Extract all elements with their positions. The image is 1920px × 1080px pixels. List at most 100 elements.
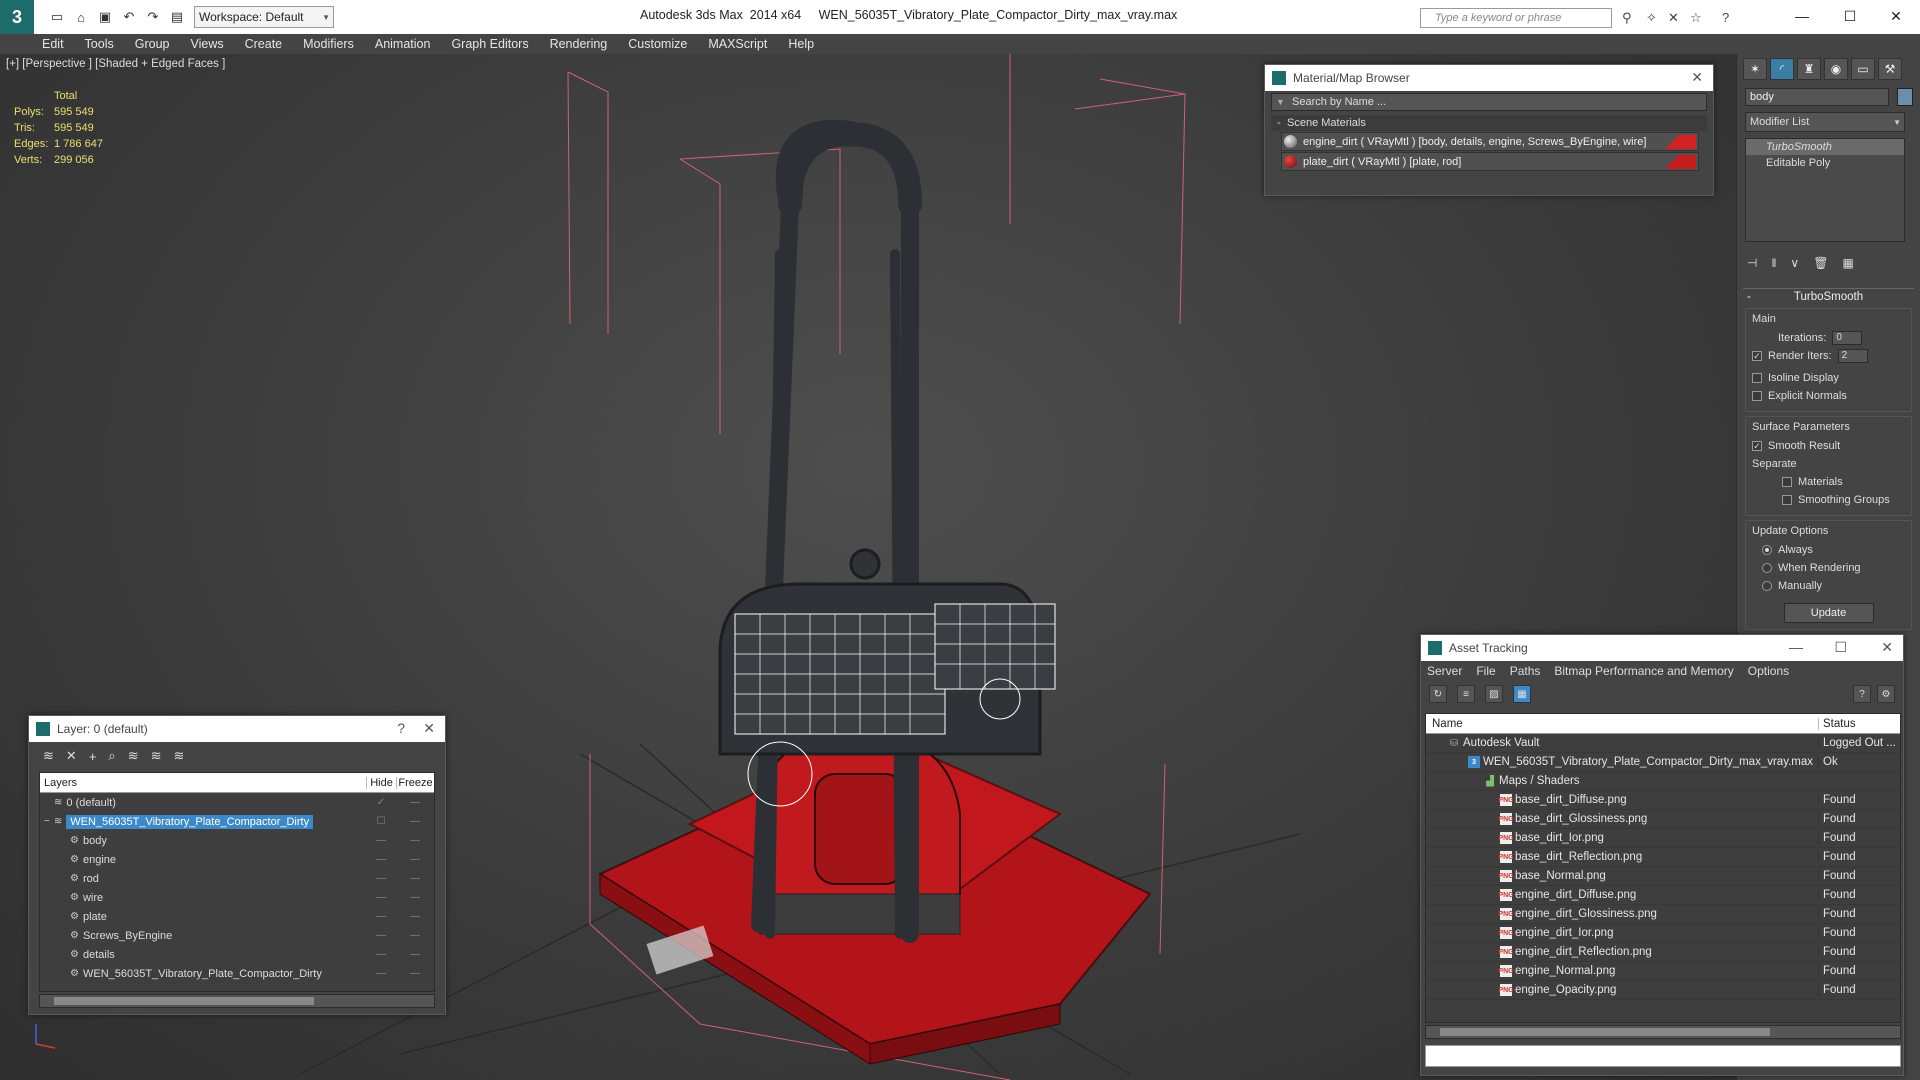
name-column-header[interactable]: Name	[1426, 718, 1818, 730]
smooth-result-checkbox[interactable]: ✓	[1752, 441, 1762, 451]
hide-toggle[interactable]: —	[366, 835, 396, 846]
materials-checkbox[interactable]	[1782, 477, 1792, 487]
maximize-button[interactable]: ☐	[1828, 4, 1872, 28]
menu-maxscript[interactable]: MAXScript	[708, 37, 767, 51]
layer-row[interactable]: ⚙ WEN_56035T_Vibratory_Plate_Compactor_Di…	[40, 964, 434, 983]
menu-graph-editors[interactable]: Graph Editors	[451, 37, 528, 51]
refresh-icon[interactable]: ↻	[1429, 685, 1447, 703]
asset-tracking-titlebar[interactable]: Asset Tracking — ☐ ✕	[1421, 635, 1903, 661]
show-end-result-icon[interactable]: ‖	[1771, 256, 1776, 270]
layers-column-header[interactable]: Layers	[40, 777, 366, 789]
hide-toggle[interactable]: —	[366, 930, 396, 941]
asset-row[interactable]: PNG base_dirt_Diffuse.png Found	[1426, 791, 1900, 810]
layer-row[interactable]: ⚙ engine — —	[40, 850, 434, 869]
hide-all-icon[interactable]: ≋	[151, 748, 162, 764]
hide-toggle[interactable]: ☐	[366, 816, 396, 827]
menu-views[interactable]: Views	[190, 37, 223, 51]
list-view-icon[interactable]: ≡	[1457, 685, 1475, 703]
layer-window-titlebar[interactable]: Layer: 0 (default) ? ✕	[29, 716, 445, 742]
asset-maximize-icon[interactable]: ☐	[1834, 639, 1847, 656]
asset-row[interactable]: ▟ Maps / Shaders	[1426, 772, 1900, 791]
stack-item-turbosmooth[interactable]: TurboSmooth	[1746, 139, 1904, 155]
undo-icon[interactable]: ↶	[118, 6, 140, 28]
hierarchy-tab-icon[interactable]: ♜	[1797, 58, 1821, 80]
manually-radio[interactable]	[1762, 581, 1772, 591]
status-column-header[interactable]: Status	[1818, 717, 1900, 730]
material-search-input[interactable]: Search by Name ...	[1271, 93, 1707, 111]
asset-row[interactable]: PNG base_Normal.png Found	[1426, 867, 1900, 886]
hide-toggle[interactable]: —	[366, 968, 396, 979]
when-rendering-radio[interactable]	[1762, 563, 1772, 573]
asset-row[interactable]: PNG engine_dirt_Glossiness.png Found	[1426, 905, 1900, 924]
material-item[interactable]: plate_dirt ( VRayMtl ) [plate, rod]	[1281, 152, 1699, 171]
smoothing-groups-checkbox[interactable]	[1782, 495, 1792, 505]
close-button[interactable]: ✕	[1874, 4, 1918, 28]
asset-row[interactable]: PNG engine_Opacity.png Found	[1426, 981, 1900, 1000]
display-tab-icon[interactable]: ▭	[1851, 58, 1875, 80]
asset-row[interactable]: ⛁ Autodesk Vault Logged Out ...	[1426, 734, 1900, 753]
stack-item-editable-poly[interactable]: Editable Poly	[1746, 155, 1904, 171]
menu-customize[interactable]: Customize	[628, 37, 687, 51]
asset-row[interactable]: PNG engine_Normal.png Found	[1426, 962, 1900, 981]
freeze-toggle[interactable]: —	[396, 930, 434, 941]
modifier-list-dropdown[interactable]: Modifier List	[1745, 112, 1905, 132]
layer-horizontal-scrollbar[interactable]	[39, 994, 435, 1008]
turbosmooth-rollout-header[interactable]: TurboSmooth	[1743, 288, 1914, 304]
asset-row[interactable]: PNG base_dirt_Ior.png Found	[1426, 829, 1900, 848]
open-file-icon[interactable]: ⌂	[70, 6, 92, 28]
new-file-icon[interactable]: ▭	[46, 6, 68, 28]
table-view-icon[interactable]: ▦	[1513, 685, 1531, 703]
select-layer-icon[interactable]: ≋	[128, 748, 139, 764]
keyword-search-input[interactable]: Type a keyword or phrase	[1420, 8, 1612, 28]
asset-menu-server[interactable]: Server	[1427, 664, 1462, 678]
layer-row[interactable]: ≋ 0 (default) ✓ —	[40, 793, 434, 812]
freeze-toggle[interactable]: —	[396, 835, 434, 846]
menu-rendering[interactable]: Rendering	[550, 37, 608, 51]
remove-modifier-icon[interactable]: 🗑	[1813, 256, 1828, 270]
app-logo-icon[interactable]: 3	[0, 0, 34, 34]
minimize-button[interactable]: —	[1780, 4, 1824, 28]
material-browser-close-icon[interactable]: ✕	[1691, 69, 1703, 86]
object-color-swatch[interactable]	[1897, 88, 1913, 106]
delete-layer-icon[interactable]: ✕	[66, 748, 77, 764]
hide-toggle[interactable]: —	[366, 892, 396, 903]
layer-row[interactable]: ⚙ Screws_ByEngine — —	[40, 926, 434, 945]
pin-stack-icon[interactable]: ⊣	[1747, 256, 1757, 270]
isoline-checkbox[interactable]	[1752, 373, 1762, 383]
asset-path-field[interactable]	[1425, 1045, 1901, 1067]
layer-row[interactable]: ⚙ body — —	[40, 831, 434, 850]
layer-row[interactable]: ⚙ details — —	[40, 945, 434, 964]
add-to-layer-icon[interactable]: +	[89, 749, 97, 764]
object-name-field[interactable]: body	[1745, 88, 1889, 106]
asset-menu-paths[interactable]: Paths	[1510, 664, 1541, 678]
menu-modifiers[interactable]: Modifiers	[303, 37, 354, 51]
always-radio[interactable]	[1762, 545, 1772, 555]
layer-scroll-thumb[interactable]	[54, 997, 314, 1005]
asset-row[interactable]: PNG base_dirt_Glossiness.png Found	[1426, 810, 1900, 829]
menu-group[interactable]: Group	[135, 37, 170, 51]
asset-scroll-thumb[interactable]	[1440, 1028, 1770, 1036]
key-icon[interactable]: ✧	[1646, 10, 1657, 26]
freeze-toggle[interactable]: —	[396, 873, 434, 884]
asset-row[interactable]: PNG base_dirt_Reflection.png Found	[1426, 848, 1900, 867]
menu-edit[interactable]: Edit	[42, 37, 64, 51]
asset-settings-icon[interactable]: ⚙	[1877, 685, 1895, 703]
menu-create[interactable]: Create	[245, 37, 283, 51]
create-layer-icon[interactable]: ≋	[43, 748, 54, 764]
material-item[interactable]: engine_dirt ( VRayMtl ) [body, details, …	[1281, 132, 1699, 151]
layer-row[interactable]: ⚙ plate — —	[40, 907, 434, 926]
freeze-toggle[interactable]: —	[396, 911, 434, 922]
hide-toggle[interactable]: —	[366, 854, 396, 865]
layer-row[interactable]: ⚙ rod — —	[40, 869, 434, 888]
asset-row[interactable]: PNG engine_dirt_Diffuse.png Found	[1426, 886, 1900, 905]
freeze-toggle[interactable]: —	[396, 892, 434, 903]
layer-window-close-icon[interactable]: ✕	[423, 720, 435, 737]
exchange-icon[interactable]: ✕	[1668, 10, 1679, 26]
configure-sets-icon[interactable]: ▦	[1842, 256, 1853, 270]
modify-tab-icon[interactable]: ◜	[1770, 58, 1794, 80]
save-file-icon[interactable]: ▣	[94, 6, 116, 28]
freeze-all-icon[interactable]: ≋	[174, 748, 185, 764]
asset-menu-options[interactable]: Options	[1748, 664, 1789, 678]
freeze-toggle[interactable]: —	[396, 854, 434, 865]
material-browser-titlebar[interactable]: Material/Map Browser ✕	[1265, 65, 1713, 91]
